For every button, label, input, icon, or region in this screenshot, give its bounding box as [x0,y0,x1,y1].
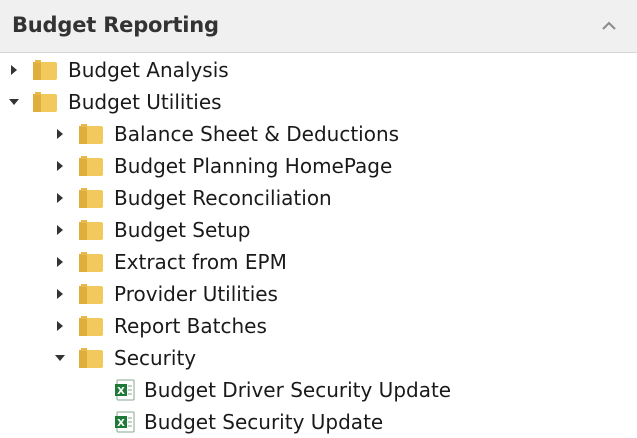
expand-arrow[interactable] [52,158,68,174]
tree-item-provider-utilities[interactable]: Provider Utilities [52,278,278,310]
svg-text:X: X [117,418,125,429]
collapse-arrow[interactable] [6,94,22,110]
tree-item-label: Provider Utilities [114,282,278,306]
caret-down-icon [55,355,65,361]
expand-arrow[interactable] [52,126,68,142]
tree-item-budget-reconciliation[interactable]: Budget Reconciliation [52,182,332,214]
folder-icon [79,188,103,208]
tree-item-security[interactable]: Security [52,342,196,374]
caret-right-icon [57,289,63,299]
folder-icon [79,156,103,176]
tree-item-budget-planning-homepage[interactable]: Budget Planning HomePage [52,150,392,182]
caret-down-icon [9,99,19,105]
folder-icon [79,220,103,240]
caret-right-icon [57,321,63,331]
budget-reporting-panel: Budget Reporting Budget Analysis Budget … [0,0,637,434]
caret-right-icon [57,129,63,139]
folder-icon [79,316,103,336]
excel-file-icon: X [115,379,135,401]
tree-item-balance-sheet-deductions[interactable]: Balance Sheet & Deductions [52,118,399,150]
caret-right-icon [57,225,63,235]
panel-title: Budget Reporting [12,13,219,37]
tree-item-label: Extract from EPM [114,250,287,274]
tree-item-extract-from-epm[interactable]: Extract from EPM [52,246,287,278]
chevron-up-icon [602,21,616,30]
tree-item-label: Budget Driver Security Update [144,378,452,402]
tree-item-budget-setup[interactable]: Budget Setup [52,214,251,246]
caret-right-icon [57,161,63,171]
collapse-arrow[interactable] [52,350,68,366]
tree-item-label: Budget Utilities [68,90,222,114]
tree-item-budget-analysis[interactable]: Budget Analysis [6,54,229,86]
expand-arrow[interactable] [6,62,22,78]
folder-icon [33,92,57,112]
caret-right-icon [11,65,17,75]
tree-item-label: Report Batches [114,314,267,338]
folder-icon [33,60,57,80]
collapse-panel-button[interactable] [595,14,623,38]
tree-item-label: Budget Reconciliation [114,186,332,210]
folder-icon [79,124,103,144]
tree-item-report-batches[interactable]: Report Batches [52,310,267,342]
tree-item-label: Budget Planning HomePage [114,154,393,178]
expand-arrow[interactable] [52,318,68,334]
excel-file-icon: X [115,411,135,433]
tree-item-budget-driver-security-update[interactable]: X Budget Driver Security Update [114,374,451,406]
tree-item-label: Budget Security Update [144,410,384,434]
tree-item-label: Budget Setup [114,218,251,242]
folder-icon [79,252,103,272]
folder-icon [79,348,103,368]
expand-arrow[interactable] [52,286,68,302]
expand-arrow[interactable] [52,190,68,206]
expand-arrow[interactable] [52,222,68,238]
caret-right-icon [57,193,63,203]
tree-item-label: Balance Sheet & Deductions [114,122,400,146]
panel-header: Budget Reporting [0,0,637,53]
caret-right-icon [57,257,63,267]
folder-icon [79,284,103,304]
tree-item-label: Security [114,346,197,370]
tree-item-label: Budget Analysis [68,58,229,82]
tree-item-budget-security-update[interactable]: X Budget Security Update [114,406,383,438]
svg-text:X: X [117,386,125,397]
tree-item-budget-utilities[interactable]: Budget Utilities [6,86,222,118]
expand-arrow[interactable] [52,254,68,270]
